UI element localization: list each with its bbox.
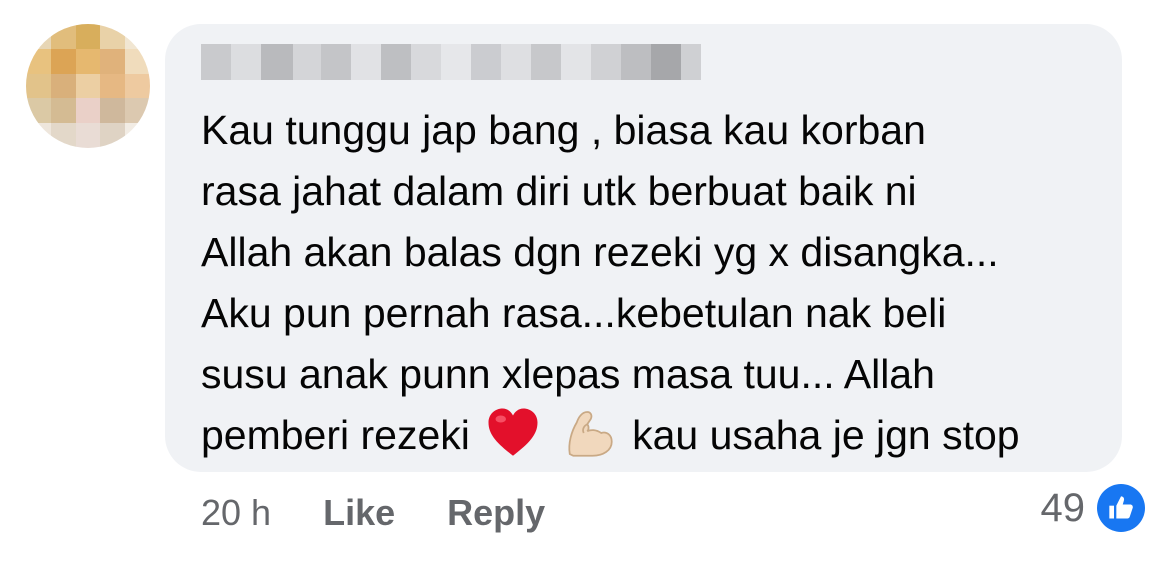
reaction-count: 49 xyxy=(1040,485,1086,530)
comment-line: Kau tunggu jap bang , biasa kau korban xyxy=(201,107,926,153)
like-icon xyxy=(1097,484,1145,532)
comment-line: susu anak punn xlepas masa tuu... Allah xyxy=(201,351,935,397)
comment-line: Allah akan balas dgn rezeki yg x disangk… xyxy=(201,229,999,275)
like-button[interactable]: Like xyxy=(323,492,395,534)
reaction-summary[interactable]: 49 xyxy=(1040,484,1145,532)
timestamp[interactable]: 20 h xyxy=(201,492,271,534)
reply-button[interactable]: Reply xyxy=(447,492,545,534)
author-name-redacted[interactable] xyxy=(201,44,701,80)
comment-text: Kau tunggu jap bang , biasa kau korban r… xyxy=(201,100,1101,466)
flexed-biceps-icon xyxy=(568,411,613,457)
comment-text-segment: pemberi rezeki xyxy=(201,412,470,458)
comment-line: rasa jahat dalam diri utk berbuat baik n… xyxy=(201,168,917,214)
comment-line-last: pemberi rezeki kau usaha je jgn stop xyxy=(201,405,1101,466)
comment-text-segment: kau usaha je jgn stop xyxy=(632,412,1020,458)
avatar[interactable] xyxy=(26,24,150,148)
comment-line: Aku pun pernah rasa...kebetulan nak beli xyxy=(201,290,947,336)
red-heart-icon xyxy=(488,408,538,456)
comment-actions: 20 h Like Reply xyxy=(201,492,597,534)
